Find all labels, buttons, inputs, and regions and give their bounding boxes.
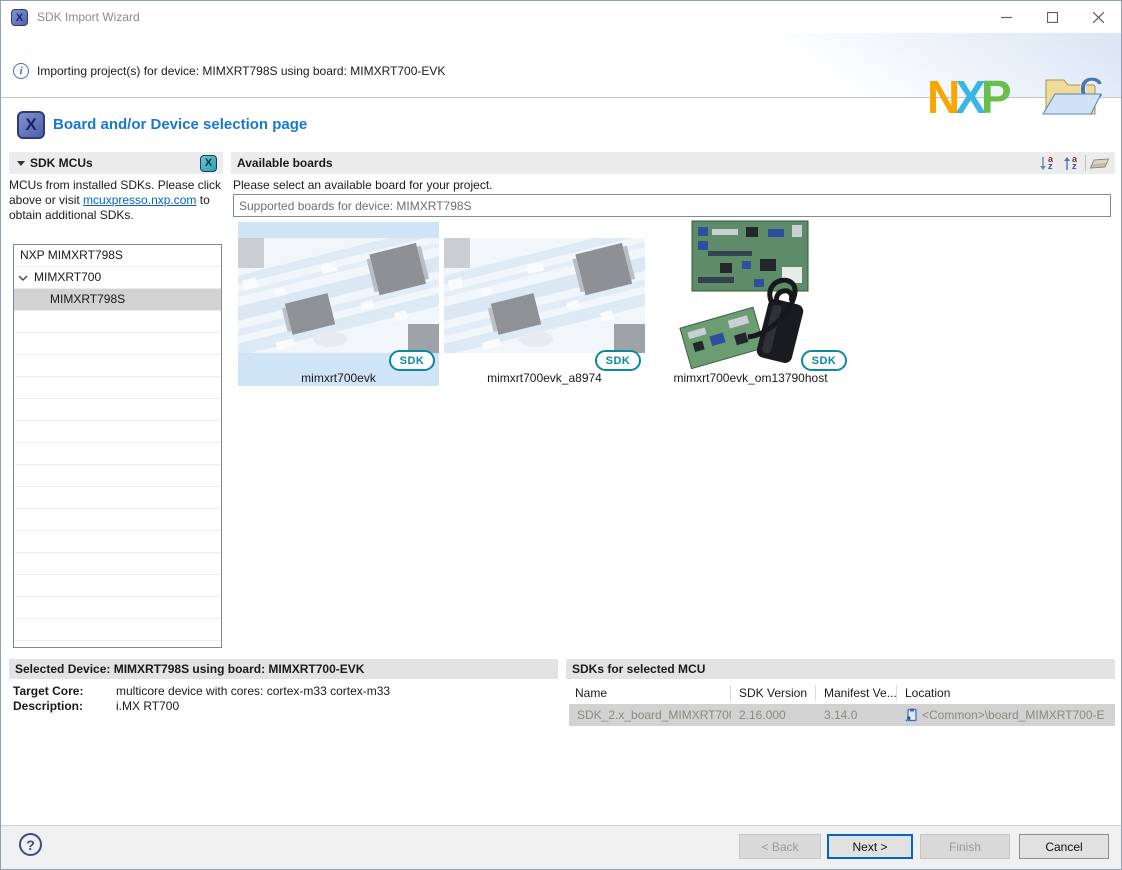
page-title: Board and/or Device selection page bbox=[53, 116, 307, 133]
available-boards-section-header: Available boards az az bbox=[231, 152, 1115, 174]
target-core-value: multicore device with cores: cortex-m33 … bbox=[116, 684, 390, 698]
tree-empty-row bbox=[14, 443, 221, 465]
sort-az-descending-button[interactable]: az bbox=[1037, 154, 1055, 172]
available-boards-title: Available boards bbox=[237, 156, 333, 170]
column-header-manifest-version[interactable]: Manifest Ve... bbox=[816, 685, 897, 701]
board-photo-blue-pcb bbox=[444, 238, 645, 353]
board-photo-green-kit bbox=[650, 219, 851, 369]
back-button[interactable]: < Back bbox=[739, 834, 821, 859]
tree-empty-row bbox=[14, 333, 221, 355]
tree-item-mimxrt700[interactable]: MIMXRT700 bbox=[14, 267, 221, 289]
minimize-button[interactable] bbox=[983, 1, 1029, 33]
tree-item-nxp-mimxrt798s[interactable]: NXP MIMXRT798S bbox=[14, 245, 221, 267]
tree-empty-row bbox=[14, 421, 221, 443]
tree-empty-row bbox=[14, 377, 221, 399]
sdk-name: SDK_2.x_board_MIMXRT700 bbox=[577, 708, 731, 722]
tree-empty-row bbox=[14, 597, 221, 619]
page-icon: X bbox=[17, 111, 45, 139]
minimize-icon bbox=[1001, 12, 1012, 23]
board-name: mimxrt700evk_om13790host bbox=[650, 371, 851, 385]
tree-empty-row bbox=[14, 311, 221, 333]
mcuxpresso-link[interactable]: mcuxpresso.nxp.com bbox=[83, 193, 196, 207]
sdk-mcus-title: SDK MCUs bbox=[30, 156, 93, 170]
tree-empty-row bbox=[14, 553, 221, 575]
sort-up-arrow-icon bbox=[1063, 156, 1071, 171]
column-header-location[interactable]: Location bbox=[897, 685, 1115, 701]
maximize-icon bbox=[1047, 12, 1058, 23]
board-card-mimxrt700evk-a8974[interactable]: SDK mimxrt700evk_a8974 bbox=[444, 222, 645, 386]
board-card-mimxrt700evk[interactable]: SDK mimxrt700evk bbox=[238, 222, 439, 386]
close-icon bbox=[1093, 12, 1104, 23]
column-header-sdk-version[interactable]: SDK Version bbox=[731, 685, 816, 701]
board-photo-blue-pcb bbox=[238, 238, 439, 353]
tree-empty-row bbox=[14, 355, 221, 377]
sdk-badge: SDK bbox=[801, 350, 847, 371]
boards-instruction: Please select an available board for you… bbox=[233, 178, 492, 192]
sdks-for-mcu-header: SDKs for selected MCU bbox=[566, 659, 1115, 679]
tree-empty-row bbox=[14, 399, 221, 421]
column-header-name[interactable]: Name bbox=[569, 685, 731, 701]
window-title: SDK Import Wizard bbox=[37, 1, 140, 33]
target-core-label: Target Core: bbox=[13, 684, 116, 698]
sdk-row[interactable]: SDK_2.x_board_MIMXRT700 2.16.000 3.14.0 … bbox=[569, 704, 1115, 726]
c-project-folder-icon: C bbox=[1041, 67, 1113, 127]
button-bar: ? < Back Next > Finish Cancel bbox=[1, 825, 1121, 869]
tree-item-label: NXP MIMXRT798S bbox=[20, 245, 123, 266]
app-icon: X bbox=[11, 9, 28, 26]
board-filter-input[interactable] bbox=[233, 194, 1111, 217]
sdk-import-wizard-dialog: X SDK Import Wizard i Importing project(… bbox=[0, 0, 1122, 870]
tree-empty-row bbox=[14, 531, 221, 553]
tree-empty-row bbox=[14, 465, 221, 487]
eraser-icon[interactable] bbox=[1090, 158, 1110, 168]
sdk-badge: SDK bbox=[389, 350, 435, 371]
question-icon: ? bbox=[26, 837, 35, 853]
tree-item-label: MIMXRT798S bbox=[50, 289, 125, 310]
description-value: i.MX RT700 bbox=[116, 699, 179, 713]
sdk-location: <Common>\board_MIMXRT700-E bbox=[922, 708, 1105, 722]
help-button[interactable]: ? bbox=[19, 833, 42, 856]
nxp-logo: NXP bbox=[927, 73, 1007, 121]
tree-empty-row bbox=[14, 509, 221, 531]
sdks-table-header: Name SDK Version Manifest Ve... Location bbox=[569, 682, 1115, 704]
mcu-tree: NXP MIMXRT798S MIMXRT700 MIMXRT798S bbox=[13, 244, 222, 648]
mcuxpresso-teal-icon: X bbox=[200, 155, 217, 172]
tree-empty-row bbox=[14, 575, 221, 597]
finish-button[interactable]: Finish bbox=[920, 834, 1010, 859]
sdks-table: Name SDK Version Manifest Ve... Location… bbox=[569, 682, 1115, 726]
sdk-version: 2.16.000 bbox=[731, 704, 816, 726]
banner-message: Importing project(s) for device: MIMXRT7… bbox=[37, 64, 445, 78]
info-icon: i bbox=[13, 63, 29, 79]
target-core-row: Target Core: multicore device with cores… bbox=[13, 684, 390, 698]
tree-empty-row bbox=[14, 487, 221, 509]
close-button[interactable] bbox=[1075, 1, 1121, 33]
sort-down-arrow-icon bbox=[1039, 156, 1047, 171]
maximize-button[interactable] bbox=[1029, 1, 1075, 33]
collapse-triangle-icon bbox=[17, 161, 25, 166]
board-name: mimxrt700evk bbox=[238, 371, 439, 385]
toolbar-divider bbox=[1085, 155, 1086, 171]
selected-device-header: Selected Device: MIMXRT798S using board:… bbox=[9, 659, 558, 679]
board-name: mimxrt700evk_a8974 bbox=[444, 371, 645, 385]
board-card-mimxrt700evk-om13790host[interactable]: SDK mimxrt700evk_om13790host bbox=[650, 222, 851, 386]
tree-empty-row bbox=[14, 619, 221, 641]
chevron-down-icon bbox=[18, 275, 28, 281]
cancel-button[interactable]: Cancel bbox=[1019, 834, 1109, 859]
sdk-mcus-section-header[interactable]: SDK MCUs X bbox=[9, 152, 223, 174]
titlebar: X SDK Import Wizard bbox=[1, 1, 1121, 33]
next-button[interactable]: Next > bbox=[827, 834, 913, 859]
description-label: Description: bbox=[13, 699, 116, 713]
wizard-banner: i Importing project(s) for device: MIMXR… bbox=[1, 33, 1121, 98]
sdk-mcus-description: MCUs from installed SDKs. Please click a… bbox=[9, 178, 228, 223]
manifest-version: 3.14.0 bbox=[816, 704, 897, 726]
clipboard-location-icon bbox=[905, 708, 918, 722]
tree-item-label: MIMXRT700 bbox=[34, 267, 101, 288]
sdk-badge: SDK bbox=[595, 350, 641, 371]
tree-item-mimxrt798s[interactable]: MIMXRT798S bbox=[14, 289, 221, 311]
description-row: Description: i.MX RT700 bbox=[13, 699, 179, 713]
sort-az-ascending-button[interactable]: az bbox=[1061, 154, 1079, 172]
